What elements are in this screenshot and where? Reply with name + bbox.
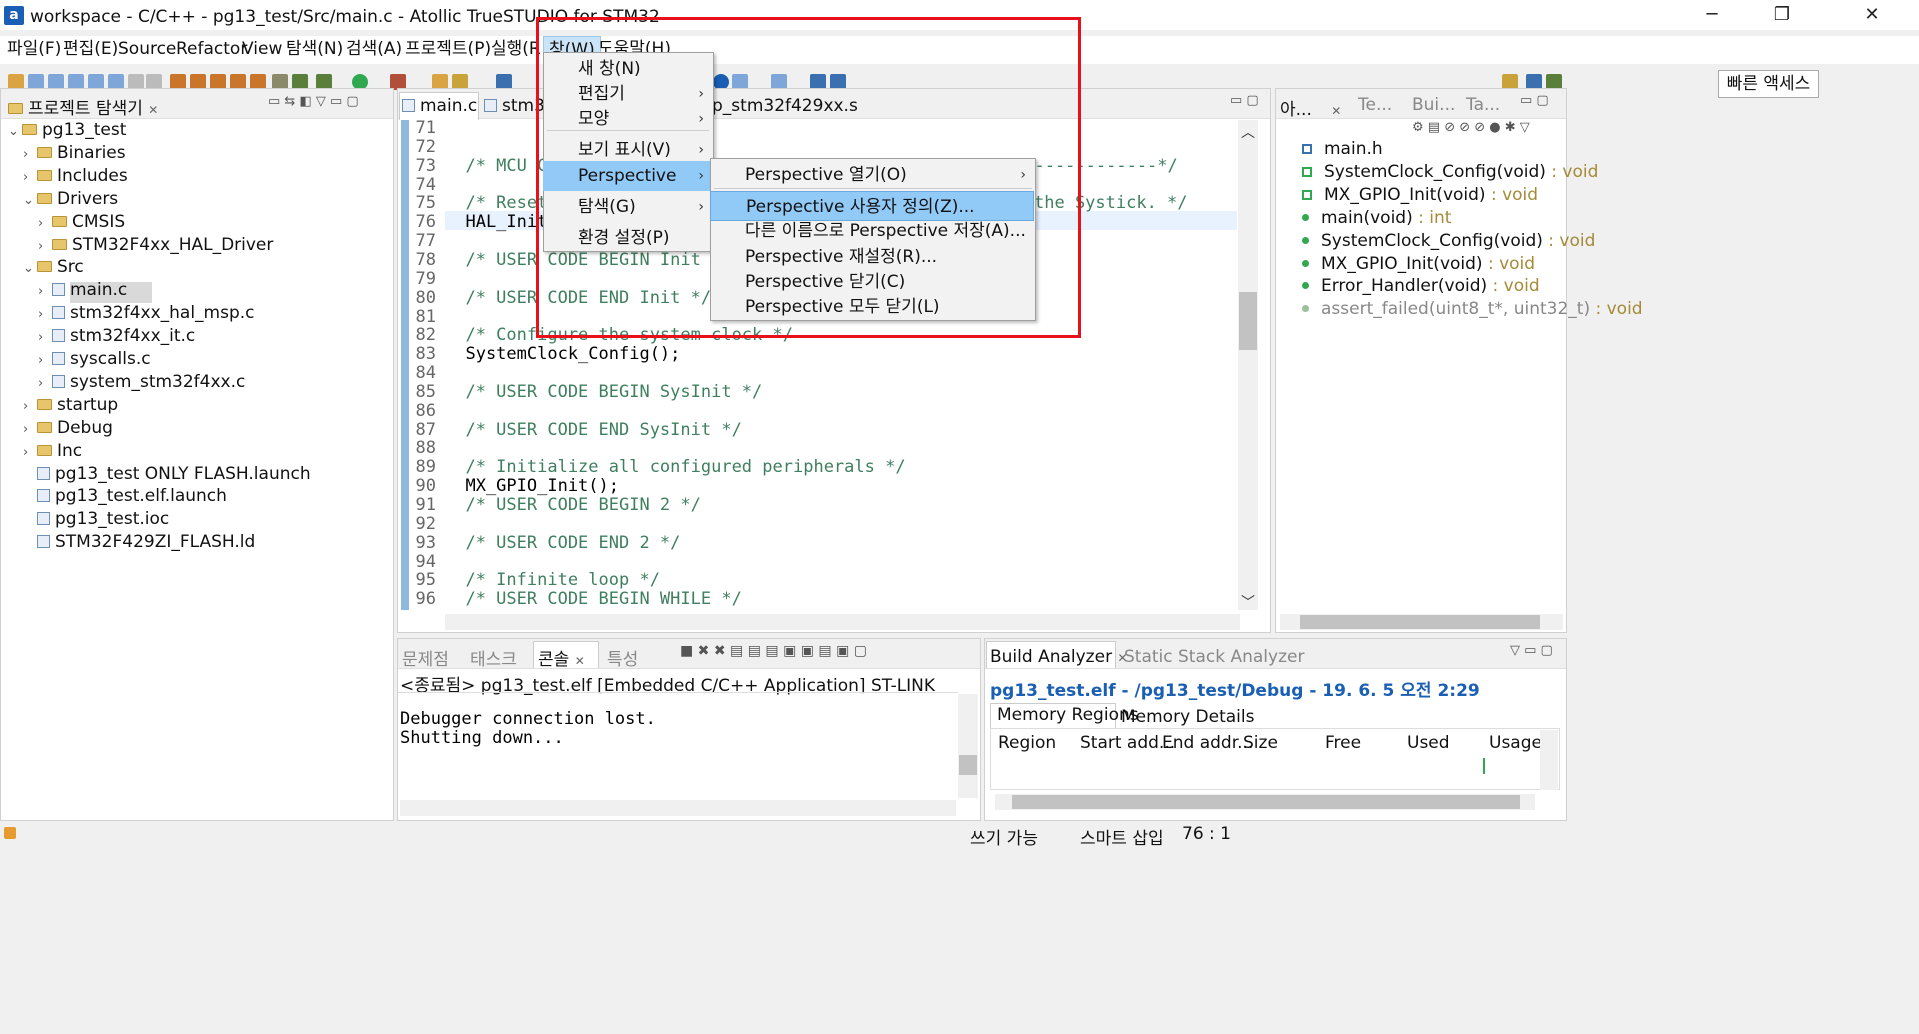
memory-column-header[interactable]: Start add...	[1080, 733, 1175, 753]
tab-console[interactable]: 콘솔 ✕	[538, 645, 585, 670]
scroll-down-icon[interactable]: ﹀	[1241, 592, 1255, 612]
memory-column-header[interactable]: End addr...	[1162, 733, 1253, 753]
console-hscroll[interactable]	[400, 800, 956, 816]
memory-vscroll[interactable]	[1540, 730, 1558, 790]
status-position: 76 : 1	[1182, 824, 1231, 844]
tab-problems[interactable]: 문제점	[402, 645, 449, 670]
build-minmax-icons[interactable]: ▽ ▭ ▢	[1510, 643, 1553, 658]
rss-icon[interactable]	[4, 827, 16, 839]
memory-column-header[interactable]: Region	[998, 733, 1056, 753]
console-line-1: Debugger connection lost.	[400, 709, 656, 729]
memory-column-header[interactable]: Used	[1407, 733, 1450, 753]
tab-label: 콘솔	[538, 650, 570, 670]
memory-column-header[interactable]: Free	[1325, 733, 1361, 753]
line-number: 95	[415, 570, 436, 591]
console-divider	[398, 692, 958, 693]
console-toolbar-icons[interactable]: ■ ✖ ✖ ▤ ▤ ▤ ▣ ▣ ▤ ▣ ▢	[680, 643, 867, 659]
console-line-2: Shutting down...	[400, 728, 564, 748]
close-tab-icon[interactable]: ✕	[575, 654, 585, 668]
build-analyzer-title: pg13_test.elf - /pg13_test/Debug - 19. 6…	[990, 681, 1480, 701]
status-bar	[0, 822, 1919, 842]
console-vscroll-thumb[interactable]	[959, 755, 977, 775]
tab-memory-regions[interactable]: Memory Regions	[997, 705, 1139, 725]
status-insert-mode: 스마트 삽입	[1080, 829, 1164, 849]
status-writable: 쓰기 가능	[970, 829, 1038, 849]
tab-build-analyzer[interactable]: Build Analyzer ✕	[990, 647, 1128, 667]
code-line: /* Infinite loop */	[445, 570, 660, 591]
line-number: 96	[415, 589, 436, 610]
code-line: /* USER CODE BEGIN WHILE */	[445, 589, 742, 610]
memory-column-header[interactable]: Size	[1243, 733, 1278, 753]
outline-hscroll-thumb[interactable]	[1300, 615, 1540, 629]
tab-properties[interactable]: 특성	[607, 645, 638, 670]
line-number: 94	[415, 551, 436, 572]
highlight-rectangle	[536, 17, 1081, 338]
memory-hscroll-thumb[interactable]	[1012, 795, 1520, 809]
editor-hscroll[interactable]	[445, 614, 1240, 630]
ide-window: a workspace - C/C++ - pg13_test/Src/main…	[0, 0, 1919, 1034]
tab-static-stack[interactable]: Static Stack Analyzer	[1124, 647, 1304, 667]
tab-memory-details[interactable]: Memory Details	[1121, 707, 1254, 727]
tab-label: Build Analyzer	[990, 647, 1113, 667]
console-vscroll[interactable]	[958, 694, 978, 798]
tab-tasks-bottom[interactable]: 태스크	[470, 645, 517, 670]
usage-bar	[1483, 758, 1485, 774]
